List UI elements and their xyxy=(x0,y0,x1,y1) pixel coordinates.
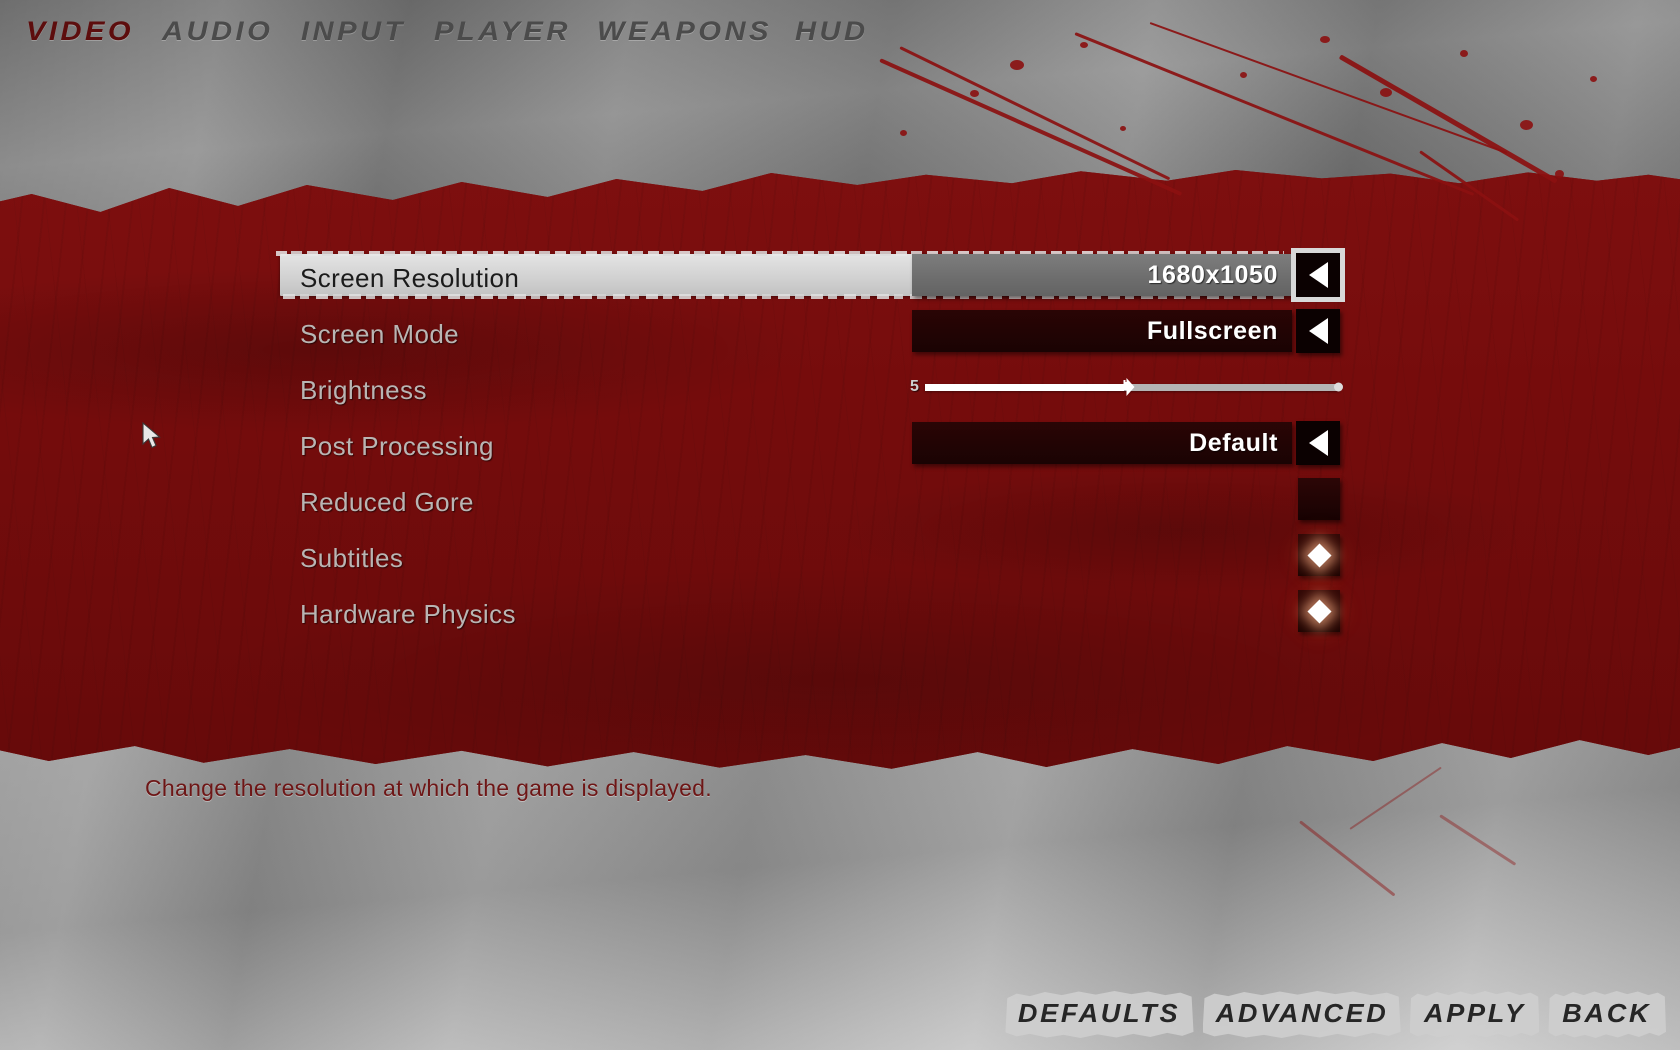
tab-video[interactable]: VIDEO xyxy=(26,16,134,47)
triangle-left-glyph xyxy=(1308,262,1328,288)
setting-value: Fullscreen xyxy=(1146,316,1278,345)
setting-value-box[interactable]: 1680x1050 xyxy=(912,254,1292,296)
apply-button-label: APPLY xyxy=(1423,998,1526,1028)
diamond-check-icon xyxy=(1306,542,1332,568)
tab-audio[interactable]: AUDIO xyxy=(162,16,273,47)
setting-row-screen-resolution[interactable]: Screen Resolution 1680x1050 xyxy=(276,248,1370,306)
setting-row-screen-mode[interactable]: Screen Mode Fullscreen xyxy=(280,306,1370,362)
setting-label: Hardware Physics xyxy=(300,598,516,629)
checkbox-hardware-physics[interactable] xyxy=(1298,590,1340,632)
tab-player[interactable]: PLAYER xyxy=(434,16,571,47)
setting-row-hardware-physics[interactable]: Hardware Physics xyxy=(280,586,1370,642)
game-settings-screen: VIDEO AUDIO INPUT PLAYER WEAPONS HUD Scr… xyxy=(0,0,1680,1050)
checkbox-subtitles[interactable] xyxy=(1298,534,1340,576)
setting-value: 1680x1050 xyxy=(1147,260,1278,289)
triangle-left-glyph xyxy=(1308,430,1328,456)
setting-row-subtitles[interactable]: Subtitles xyxy=(280,530,1370,586)
back-button-label: BACK xyxy=(1562,998,1652,1028)
setting-value-box[interactable]: Fullscreen xyxy=(912,310,1292,352)
triangle-left-glyph xyxy=(1308,318,1328,344)
setting-label: Screen Resolution xyxy=(300,262,520,293)
apply-button[interactable]: APPLY xyxy=(1409,989,1540,1040)
slider-end-dot xyxy=(1334,382,1343,392)
setting-label: Post Processing xyxy=(300,430,494,461)
blood-splatter-decoration-lower xyxy=(1290,766,1620,920)
tab-weapons[interactable]: WEAPONS xyxy=(597,16,772,47)
defaults-button-label: DEFAULTS xyxy=(1018,998,1181,1028)
action-button-bar: DEFAULTS ADVANCED APPLY BACK xyxy=(1005,989,1666,1040)
tab-input[interactable]: INPUT xyxy=(301,16,406,47)
settings-list: Screen Resolution 1680x1050 Screen Mode … xyxy=(276,248,1370,642)
setting-label: Subtitles xyxy=(300,542,404,573)
setting-row-post-processing[interactable]: Post Processing Default xyxy=(280,418,1370,474)
checkbox-reduced-gore[interactable] xyxy=(1298,478,1340,520)
setting-label: Brightness xyxy=(300,374,427,405)
triangle-left-icon[interactable] xyxy=(1296,421,1340,465)
tab-hud[interactable]: HUD xyxy=(795,16,869,47)
defaults-button[interactable]: DEFAULTS xyxy=(1005,989,1194,1040)
setting-row-reduced-gore[interactable]: Reduced Gore xyxy=(280,474,1370,530)
slider-value-label: 5 xyxy=(910,378,919,395)
setting-value-box[interactable]: Default xyxy=(912,422,1292,464)
triangle-left-icon[interactable] xyxy=(1296,309,1340,353)
triangle-left-icon[interactable] xyxy=(1291,248,1345,302)
slider-fill xyxy=(924,383,1125,391)
diamond-check-icon xyxy=(1306,598,1332,624)
brightness-slider[interactable]: 5 xyxy=(910,366,1343,408)
advanced-button[interactable]: ADVANCED xyxy=(1202,989,1401,1040)
setting-row-brightness[interactable]: Brightness 5 xyxy=(280,362,1370,418)
advanced-button-label: ADVANCED xyxy=(1215,998,1389,1028)
setting-description-text: Change the resolution at which the game … xyxy=(145,775,712,801)
setting-label: Reduced Gore xyxy=(300,486,474,517)
setting-value: Default xyxy=(1189,428,1278,457)
slider-handle-icon[interactable] xyxy=(1111,374,1137,400)
setting-label: Screen Mode xyxy=(300,318,460,349)
slider-track[interactable] xyxy=(924,378,1343,396)
main-tab-bar: VIDEO AUDIO INPUT PLAYER WEAPONS HUD xyxy=(26,16,865,47)
back-button[interactable]: BACK xyxy=(1548,989,1666,1040)
